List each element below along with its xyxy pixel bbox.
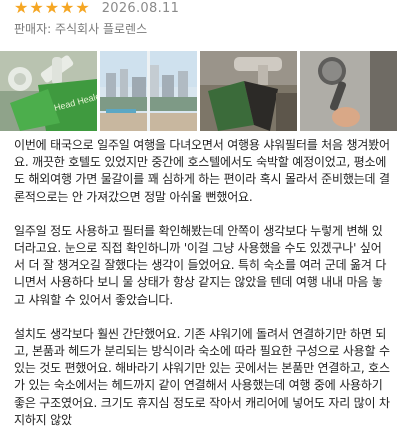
star-icon: ★ [29, 0, 44, 17]
star-icon: ★ [44, 0, 60, 17]
review-paragraph: 설치도 생각보다 훨씬 간단했어요. 기존 샤워기에 돌려서 연결하기만 하면 … [14, 326, 390, 427]
shower-filter-photo[interactable]: Head Healer [0, 51, 97, 131]
star-icon: ★ [60, 0, 75, 17]
review-date: 2026.08.11 [101, 0, 180, 16]
book-and-faucet-photo[interactable] [200, 51, 297, 131]
star-icon: ★ [14, 0, 29, 17]
star-icon: ★ [75, 0, 90, 17]
review-header: ★ ★ ★ ★ ★ 2026.08.11 [14, 0, 179, 16]
star-rating: ★ ★ ★ ★ ★ [14, 0, 90, 16]
hotel-window-photo[interactable] [100, 51, 197, 131]
review-paragraph: 이번에 태국으로 일주일 여행을 다녀오면서 여행용 샤워필터를 처음 챙겨봤어… [14, 138, 390, 204]
review-paragraph: 일주일 정도 사용하고 필터를 확인해봤는데 안쪽이 생각보다 누렇게 변해 있… [14, 223, 387, 307]
review-card: ★ ★ ★ ★ ★ 2026.08.11 판매자: 주식회사 플로렌스 Head… [0, 0, 400, 427]
seller-label: 판매자: 주식회사 플로렌스 [14, 22, 148, 36]
shower-head-hand-photo[interactable] [300, 51, 397, 131]
photo-strip: Head Healer [0, 51, 400, 131]
